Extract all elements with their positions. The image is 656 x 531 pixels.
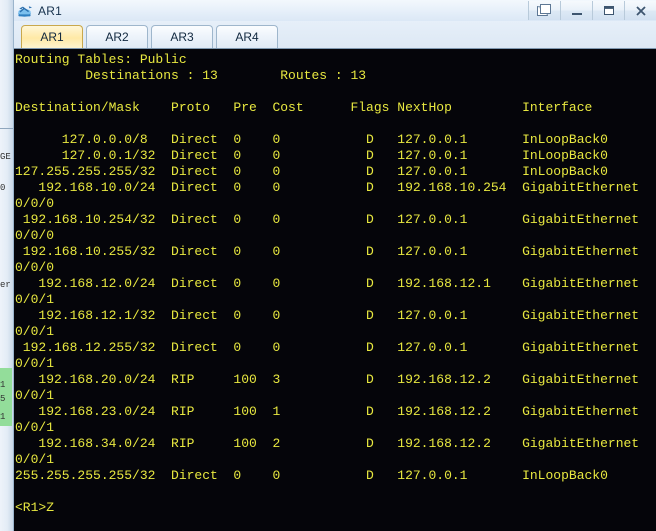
terminal-line: 0/0/1 bbox=[15, 292, 55, 307]
console-window: AR1 AR1 AR2 AR3 AR4 Routing Tables: Publ… bbox=[13, 0, 656, 531]
terminal-line: 127.0.0.0/8 Direct 0 0 D 127.0.0.1 InLoo… bbox=[15, 132, 608, 147]
window-controls bbox=[528, 1, 656, 20]
terminal-line: 0/0/1 bbox=[15, 356, 55, 371]
tab-label: AR1 bbox=[40, 30, 64, 44]
bg-fragment: 1 bbox=[0, 412, 6, 422]
ensp-router-console-window: GE 0 er 1 5 1 AR1 AR1 AR2 AR3 AR4 Routin… bbox=[0, 0, 656, 531]
terminal-output[interactable]: Routing Tables: Public Destinations : 13… bbox=[14, 49, 656, 531]
terminal-line: 192.168.12.255/32 Direct 0 0 D 127.0.0.1… bbox=[15, 340, 640, 355]
terminal-line: 0/0/0 bbox=[15, 228, 55, 243]
router-icon bbox=[16, 3, 34, 19]
tab-ar1[interactable]: AR1 bbox=[21, 25, 83, 48]
device-tab-bar: AR1 AR2 AR3 AR4 bbox=[14, 21, 656, 48]
title-bar: AR1 bbox=[14, 0, 656, 21]
tab-label: AR4 bbox=[235, 30, 259, 44]
tab-label: AR3 bbox=[170, 30, 194, 44]
terminal-line: 127.0.0.1/32 Direct 0 0 D 127.0.0.1 InLo… bbox=[15, 148, 608, 163]
bg-fragment: 1 bbox=[0, 380, 6, 390]
terminal-line: <R1>Z bbox=[15, 500, 55, 515]
tab-label: AR2 bbox=[105, 30, 129, 44]
terminal-line: Destination/Mask Proto Pre Cost Flags Ne… bbox=[15, 100, 593, 115]
bg-fragment: er bbox=[0, 280, 11, 290]
terminal-line: 192.168.34.0/24 RIP 100 2 D 192.168.12.2… bbox=[15, 436, 640, 451]
terminal-line: 192.168.23.0/24 RIP 100 1 D 192.168.12.2… bbox=[15, 404, 640, 419]
close-window-button[interactable] bbox=[624, 1, 656, 20]
bg-fragment: 0 bbox=[0, 183, 6, 193]
terminal-line: 127.255.255.255/32 Direct 0 0 D 127.0.0.… bbox=[15, 164, 608, 179]
terminal-line: 0/0/1 bbox=[15, 420, 55, 435]
terminal-line: 0/0/0 bbox=[15, 196, 55, 211]
terminal-line: 0/0/1 bbox=[15, 452, 55, 467]
tab-ar4[interactable]: AR4 bbox=[216, 25, 278, 48]
restore-window-button[interactable] bbox=[528, 1, 560, 20]
maximize-window-button[interactable] bbox=[592, 1, 624, 20]
tab-ar2[interactable]: AR2 bbox=[86, 25, 148, 48]
terminal-line: 192.168.10.254/32 Direct 0 0 D 127.0.0.1… bbox=[15, 212, 640, 227]
bg-fragment: GE bbox=[0, 152, 11, 162]
window-title: AR1 bbox=[38, 3, 62, 18]
terminal-line: Routing Tables: Public bbox=[15, 52, 187, 67]
bg-fragment: 5 bbox=[0, 394, 6, 404]
tab-ar3[interactable]: AR3 bbox=[151, 25, 213, 48]
terminal-line: 0/0/1 bbox=[15, 388, 55, 403]
background-window-strip[interactable]: GE 0 er 1 5 1 bbox=[0, 0, 13, 531]
terminal-line: 192.168.12.0/24 Direct 0 0 D 192.168.12.… bbox=[15, 276, 640, 291]
minimize-window-button[interactable] bbox=[560, 1, 592, 20]
terminal-panel[interactable]: Routing Tables: Public Destinations : 13… bbox=[14, 48, 656, 531]
terminal-line: 192.168.10.255/32 Direct 0 0 D 127.0.0.1… bbox=[15, 244, 640, 259]
terminal-line: 192.168.10.0/24 Direct 0 0 D 192.168.10.… bbox=[15, 180, 640, 195]
terminal-line: 192.168.20.0/24 RIP 100 3 D 192.168.12.2… bbox=[15, 372, 640, 387]
terminal-line: Destinations : 13 Routes : 13 bbox=[15, 68, 367, 83]
terminal-line: 192.168.12.1/32 Direct 0 0 D 127.0.0.1 G… bbox=[15, 308, 640, 323]
terminal-line: 0/0/0 bbox=[15, 260, 55, 275]
terminal-line: 255.255.255.255/32 Direct 0 0 D 127.0.0.… bbox=[15, 468, 608, 483]
terminal-line: 0/0/1 bbox=[15, 324, 55, 339]
